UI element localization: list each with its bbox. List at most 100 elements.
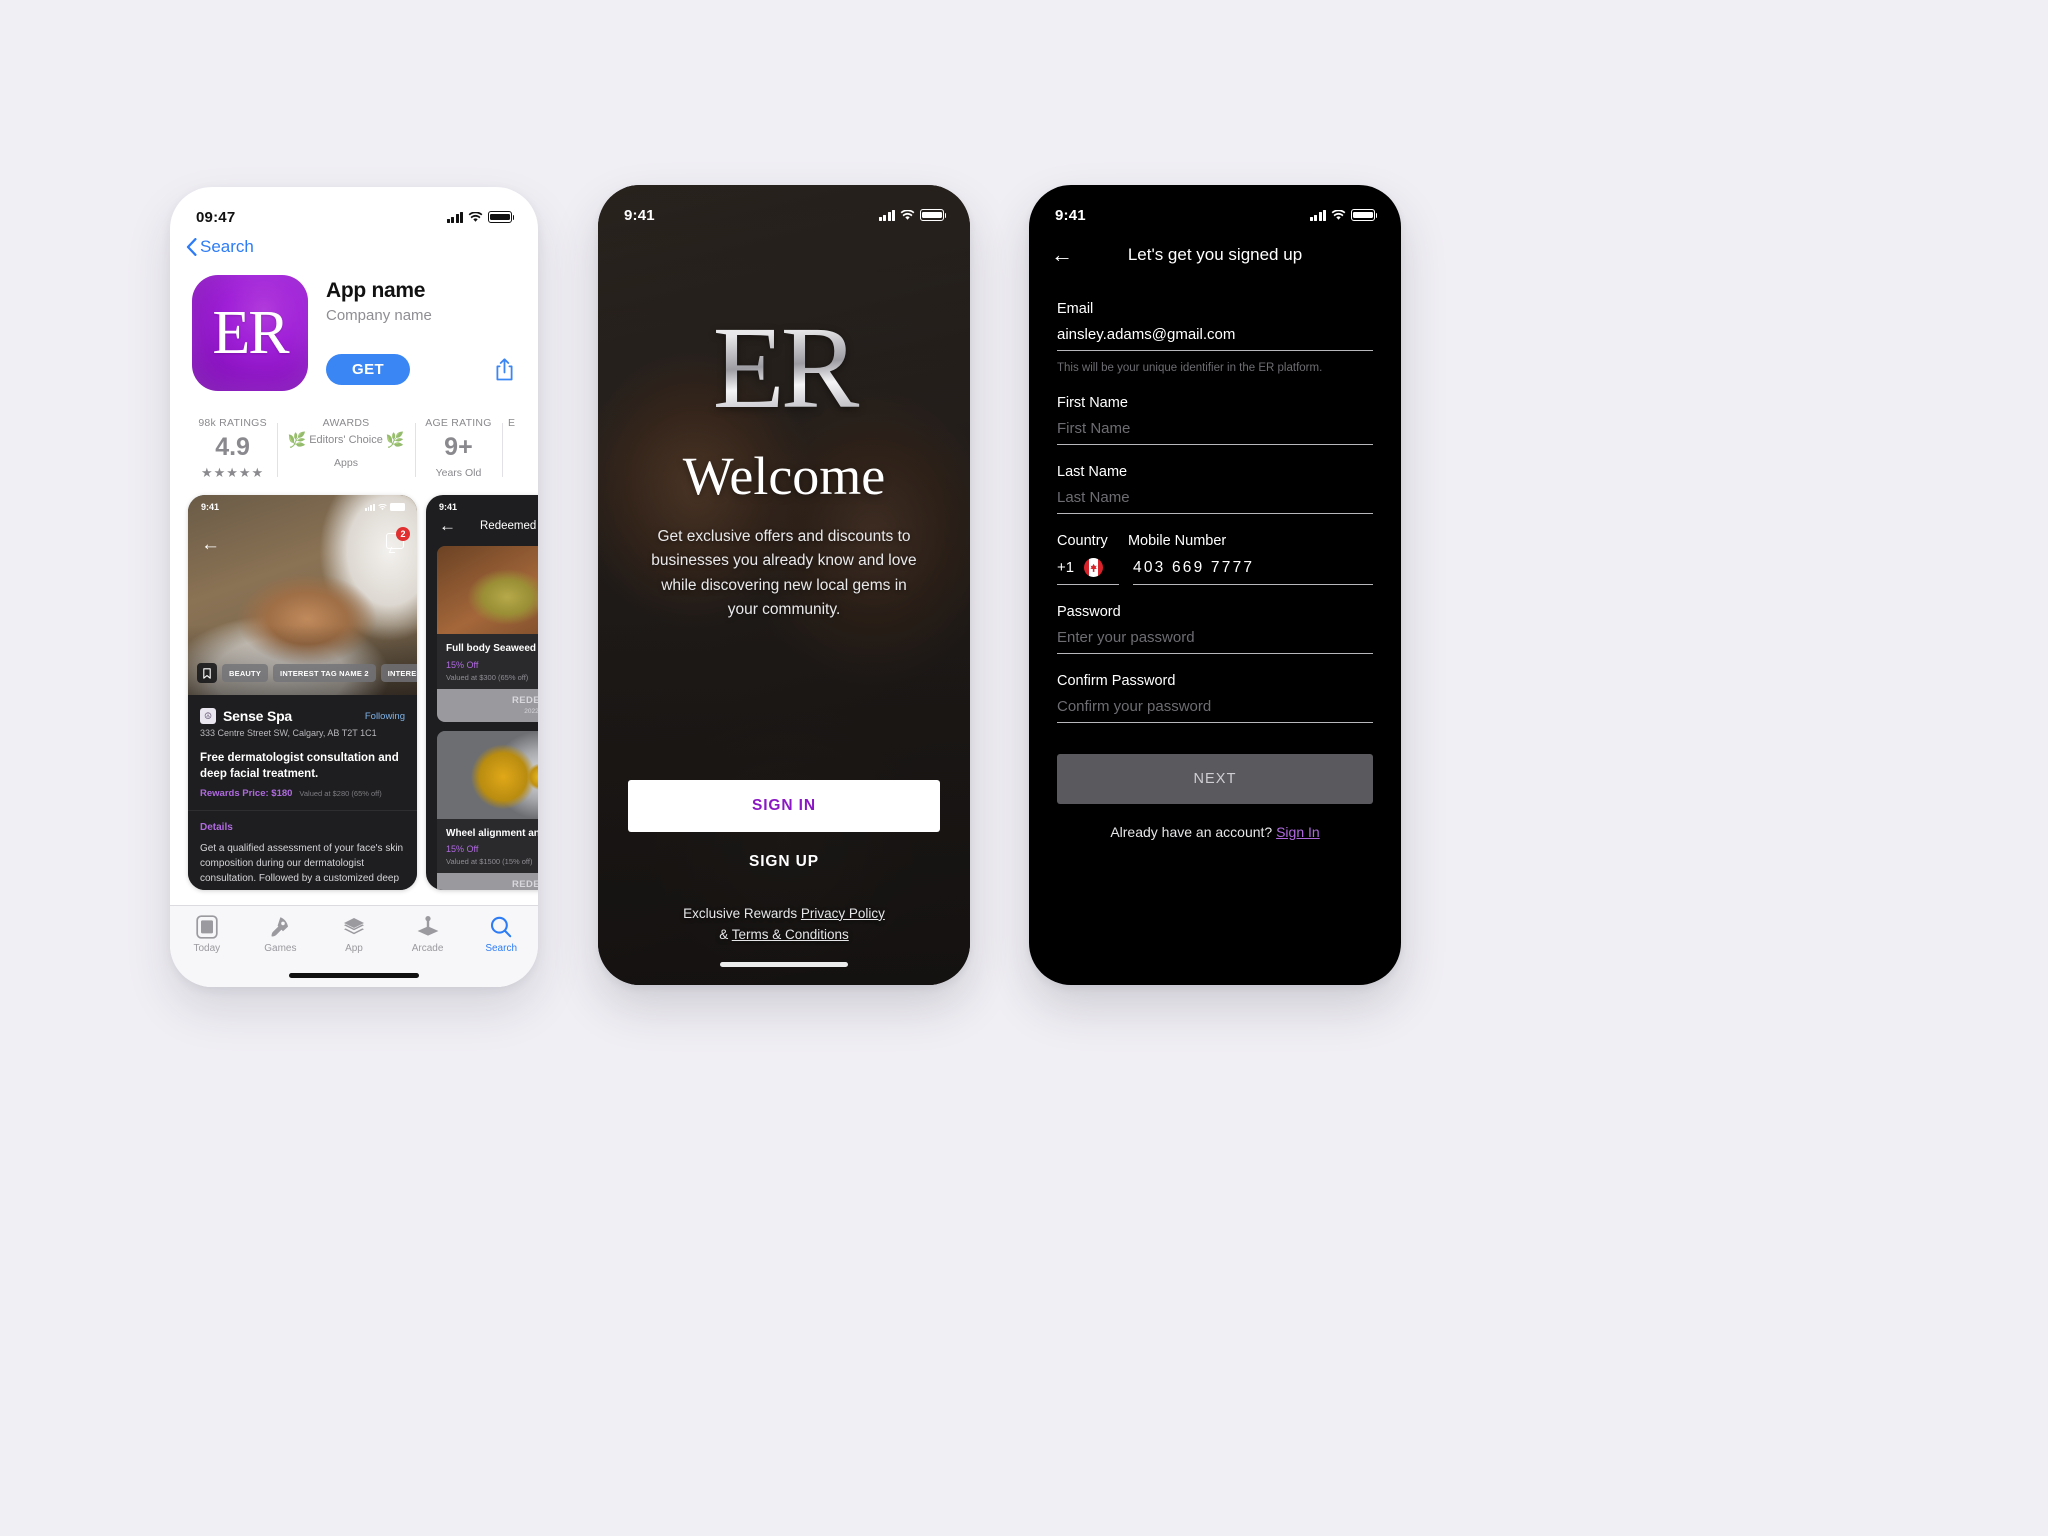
chevron-left-icon <box>186 238 197 256</box>
tab-app[interactable]: App <box>317 915 391 954</box>
offer-title: Free dermatologist consultation and deep… <box>200 752 399 780</box>
status-bar: 9:41 <box>1029 185 1401 231</box>
terms-conditions-link[interactable]: Terms & Conditions <box>732 927 849 942</box>
phone-app-store: 09:47 Search ER App name Company name GE <box>170 187 538 987</box>
app-stats-row: 98k RATINGS 4.9 ★★★★★ AWARDS 🌿 Editors' … <box>170 417 538 481</box>
field-phone: Country Mobile Number +1 403 669 7777 <box>1057 533 1373 586</box>
welcome-actions: SIGN IN SIGN UP Exclusive Rewards Privac… <box>598 779 970 985</box>
seaweed-wrap-photo <box>437 546 538 634</box>
wifi-icon <box>378 503 387 510</box>
card-valued: Valued at $1500 (15% off) <box>446 857 533 866</box>
app-name: App name <box>326 279 426 302</box>
interest-tag[interactable]: BEAUTY <box>222 664 269 682</box>
status-bar: 9:41 <box>598 185 970 231</box>
status-icons <box>446 211 515 223</box>
share-icon[interactable] <box>495 358 514 381</box>
canada-flag-icon <box>1084 558 1104 578</box>
mini-status-bar: 9:41 <box>188 495 417 515</box>
mobile-number-value: 403 669 7777 <box>1133 559 1255 577</box>
password-field[interactable]: Enter your password <box>1057 629 1373 655</box>
today-icon <box>196 915 218 939</box>
following-button[interactable]: Following <box>365 711 405 722</box>
wifi-icon <box>468 211 483 223</box>
search-icon <box>491 916 512 938</box>
country-code-select[interactable]: +1 <box>1057 558 1119 586</box>
redeemed-header: ← Redeemed <box>426 515 538 534</box>
sign-up-button[interactable]: SIGN UP <box>628 832 940 877</box>
stat-ratings: 98k RATINGS 4.9 ★★★★★ <box>188 417 277 481</box>
mini-status-icons <box>364 503 405 511</box>
tab-games[interactable]: Games <box>244 915 318 954</box>
field-email: Email ainsley.adams@gmail.com This will … <box>1057 301 1373 376</box>
tag-row: BEAUTY INTEREST TAG NAME 2 INTEREST TAG … <box>188 663 417 683</box>
back-to-search-button[interactable]: Search <box>170 233 538 257</box>
price-row: Rewards Price: $180 Valued at $280 (65% … <box>200 788 405 799</box>
joystick-icon <box>417 916 438 936</box>
next-button[interactable]: NEXT <box>1057 754 1373 805</box>
sign-in-button[interactable]: SIGN IN <box>628 779 940 832</box>
messages-icon[interactable]: 2 <box>386 527 410 549</box>
get-button[interactable]: GET <box>326 354 411 385</box>
battery-icon <box>1351 209 1378 221</box>
redeemed-card[interactable]: Full body Seaweed wrap and therapy... 15… <box>437 546 538 722</box>
cellular-icon <box>364 503 375 511</box>
legal-links: Exclusive Rewards Privacy Policy & Terms… <box>628 877 940 946</box>
field-last-name: Last Name Last Name <box>1057 464 1373 515</box>
email-field[interactable]: ainsley.adams@gmail.com <box>1057 326 1373 351</box>
back-arrow-icon[interactable]: ← <box>1051 244 1073 266</box>
redeemed-card[interactable]: Wheel alignment and diagnostic... 15% Of… <box>437 730 538 890</box>
bookmark-icon[interactable] <box>197 663 217 683</box>
first-name-field[interactable]: First Name <box>1057 420 1373 446</box>
mini-status-time: 9:41 <box>201 502 220 512</box>
status-time: 09:47 <box>196 208 236 226</box>
signup-header: ← Let's get you signed up <box>1029 231 1401 271</box>
redeemed-title: Redeemed <box>480 519 537 532</box>
tab-search[interactable]: Search <box>464 915 538 954</box>
sign-in-link[interactable]: Sign In <box>1276 824 1320 840</box>
redeemed-label: REDEEMED <box>511 694 538 706</box>
details-body: Get a qualified assessment of your face'… <box>200 843 404 885</box>
email-label: Email <box>1057 301 1094 317</box>
phone-welcome: 9:41 ER Welcome Get exclusive offers and… <box>598 185 970 985</box>
tab-label: Today <box>193 943 221 954</box>
privacy-policy-link[interactable]: Privacy Policy <box>801 906 885 921</box>
app-company: Company name <box>326 307 432 324</box>
welcome-heading: Welcome <box>682 446 886 506</box>
card-offer: 15% Off <box>446 659 479 670</box>
valued-at: Valued at $280 (65% off) <box>299 789 382 799</box>
redeemed-date: 2022/05/27 <box>524 707 538 715</box>
card-title: Wheel alignment and diagnostic... <box>446 827 538 839</box>
app-icon-text: ER <box>212 299 289 367</box>
card-valued: Valued at $300 (65% off) <box>446 672 529 682</box>
screenshot-preview-1[interactable]: 9:41 ← 2 BEAUTY INTEREST TAG NAME 2 INTE… <box>188 495 417 890</box>
status-bar: 09:47 <box>170 187 538 233</box>
divider <box>188 810 417 812</box>
shot-back-arrow-icon[interactable]: ← <box>201 535 220 554</box>
mobile-number-field[interactable]: 403 669 7777 <box>1133 559 1373 586</box>
app-meta: App name Company name GET <box>326 275 516 391</box>
interest-tag[interactable]: INTEREST TAG NAME 3 <box>380 664 417 682</box>
tab-label: Games <box>264 943 297 954</box>
er-logo: ER <box>598 309 970 427</box>
interest-tag[interactable]: INTEREST TAG NAME 2 <box>273 664 376 682</box>
last-name-field[interactable]: Last Name <box>1057 489 1373 515</box>
tab-today[interactable]: Today <box>170 915 244 954</box>
editors-choice-badge: 🌿 Editors' Choice 🌿 <box>283 432 409 450</box>
confirm-password-field[interactable]: Confirm your password <box>1057 698 1373 724</box>
cellular-icon <box>1309 209 1326 221</box>
battery-icon <box>390 503 405 511</box>
shot-body: ☮ Sense Spa Following 333 Centre Street … <box>188 695 417 890</box>
last-name-label: Last Name <box>1057 464 1128 481</box>
stat-head: E <box>508 417 516 429</box>
award-label: Editors' Choice <box>309 434 383 447</box>
home-indicator <box>720 962 848 967</box>
tab-arcade[interactable]: Arcade <box>391 915 465 954</box>
screenshot-preview-2[interactable]: 9:41 ← Redeemed Full body Seaweed wrap a… <box>426 495 538 890</box>
business-name: Sense Spa <box>223 708 293 724</box>
back-arrow-icon[interactable]: ← <box>439 517 456 534</box>
redeemed-status-button: REDEEMED 2022/05/27 <box>437 688 538 722</box>
stat-clipped: E <box>502 417 520 481</box>
business-logo-icon: ☮ <box>200 708 216 724</box>
stack-icon <box>343 918 364 935</box>
mobile-number-label: Mobile Number <box>1127 533 1227 550</box>
